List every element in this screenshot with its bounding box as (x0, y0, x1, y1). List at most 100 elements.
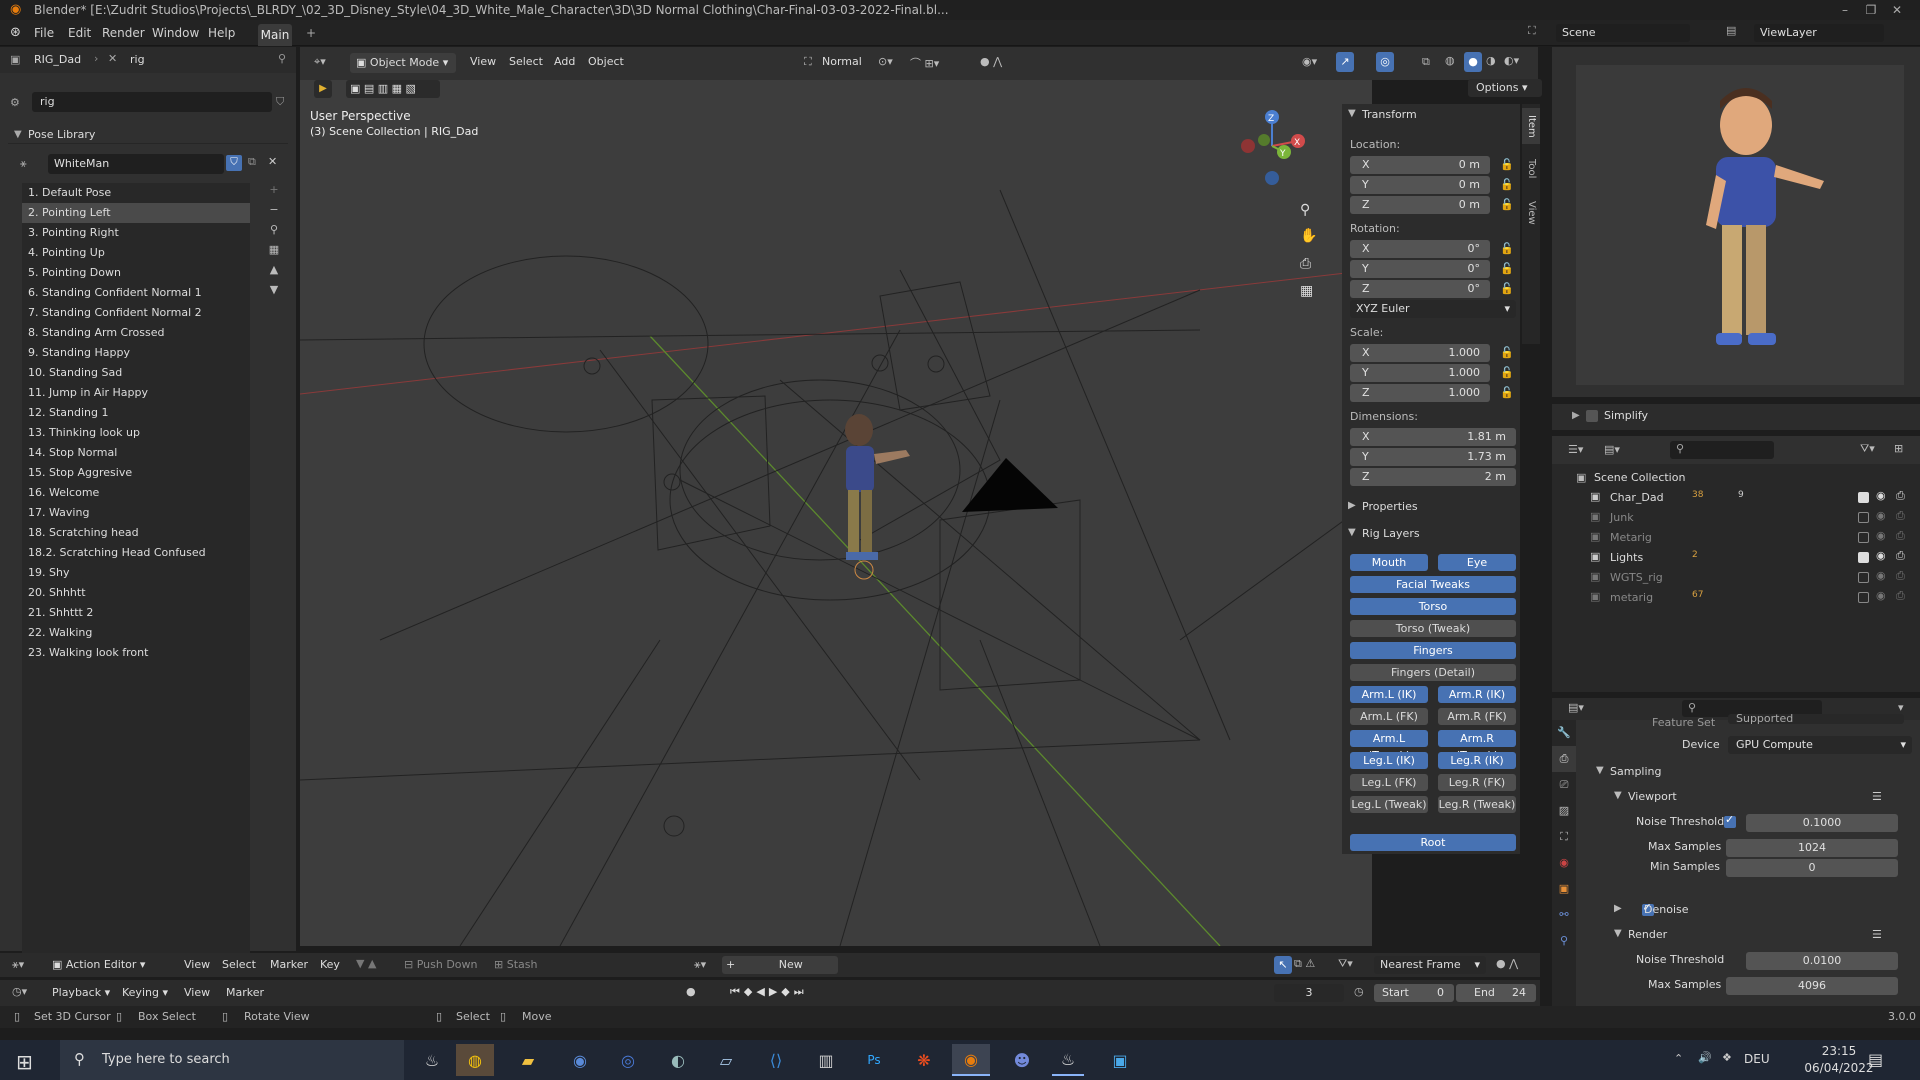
outliner-row[interactable]: ▣ WGTS_rig ◉ ⎙ (1552, 568, 1920, 588)
new-collection-icon[interactable]: ⊞ (1894, 442, 1903, 455)
collapse-arrow-icon[interactable]: ▼ (1348, 108, 1356, 119)
lock-icon[interactable]: 🔓 (1500, 178, 1514, 191)
exclude-checkbox[interactable] (1858, 512, 1869, 523)
pose-list-item[interactable]: 8. Standing Arm Crossed (22, 323, 250, 343)
overlay-toggle-icon[interactable]: ◎ (1376, 52, 1394, 72)
simplify-panel[interactable]: ▶ Simplify (1552, 404, 1920, 430)
properties-editor-icon[interactable]: ▤▾ (1568, 701, 1584, 714)
new-action-button[interactable]: + New (722, 956, 838, 974)
menu-help[interactable]: Help (208, 26, 235, 40)
unlink-icon[interactable]: ✕ (268, 155, 277, 168)
solid-shading-icon[interactable]: ● (1464, 52, 1482, 72)
properties-options-icon[interactable]: ▾ (1898, 701, 1904, 714)
rig-layer-facial-tweaks[interactable]: Facial Tweaks (1350, 576, 1516, 593)
collapse-arrow-icon[interactable]: ▼ (1614, 790, 1622, 801)
lock-icon[interactable]: 🔓 (1500, 282, 1514, 295)
properties-section-title[interactable]: Properties (1362, 500, 1418, 513)
presets-icon[interactable]: ☰ (1872, 928, 1882, 941)
eye-icon[interactable]: ◉ (1876, 569, 1886, 582)
mode-dropdown-action-editor[interactable]: ▣ Action Editor ▾ (48, 956, 170, 974)
rig-layer-arm-r-tweak[interactable]: Arm.R (Tweak) (1438, 730, 1516, 762)
scale-x-field[interactable]: X 1.000 (1350, 344, 1490, 362)
location-z-field[interactable]: Z 0 m (1350, 196, 1490, 214)
dimensions-y-field[interactable]: Y 1.73 m (1350, 448, 1516, 466)
pose-list-item[interactable]: 2. Pointing Left (22, 203, 250, 223)
tab-item[interactable]: Item (1522, 108, 1540, 144)
collapse-arrow-icon[interactable]: ▼ (1596, 765, 1604, 776)
rig-layer-leg-r-ik[interactable]: Leg.R (IK) (1438, 752, 1516, 769)
rotation-z-field[interactable]: Z 0° (1350, 280, 1490, 298)
rig-layer-root[interactable]: Root (1350, 834, 1516, 851)
add-workspace-icon[interactable]: + (306, 26, 316, 40)
pose-list-item[interactable]: 18. Scratching head (22, 523, 250, 543)
record-icon[interactable]: ● (686, 985, 696, 998)
output-tab-icon[interactable]: ⎚ (1552, 772, 1576, 798)
action-browse-icon[interactable]: ⚹▾ (694, 958, 706, 972)
app-book-icon[interactable]: ▱ (710, 1044, 742, 1076)
keying-menu[interactable]: Keying ▾ (122, 986, 168, 999)
object-tab-icon[interactable]: ▣ (1552, 876, 1576, 902)
exclude-checkbox[interactable] (1858, 492, 1869, 503)
taskbar-search-box[interactable]: ⚲ Type here to search (60, 1040, 404, 1080)
pose-list-item[interactable]: 20. Shhhtt (22, 583, 250, 603)
view-layer-tab-icon[interactable]: ▨ (1552, 798, 1576, 824)
expand-arrow-icon[interactable]: ▶ (1572, 410, 1580, 421)
steam-running-icon[interactable]: ♨ (1052, 1044, 1084, 1076)
outliner-row[interactable]: ▣ metarig 67 ◉ ⎙ (1552, 588, 1920, 608)
layer-down-icon[interactable]: ▼ ▲ (356, 957, 376, 970)
app-blue-icon[interactable]: ◎ (612, 1044, 644, 1076)
menu-window[interactable]: Window (152, 26, 199, 40)
lock-icon[interactable]: 🔓 (1500, 262, 1514, 275)
rotation-mode-dropdown[interactable]: XYZ Euler ▾ (1350, 300, 1516, 318)
outliner-row[interactable]: ▣ Char_Dad 38 9 ◉ ⎙ (1552, 488, 1920, 508)
simplify-checkbox[interactable] (1586, 410, 1598, 422)
dopesheet-editor-icon[interactable]: ⚹▾ (12, 958, 24, 972)
obs-icon[interactable]: ◐ (662, 1044, 694, 1076)
outliner-search-input[interactable]: ⚲ (1670, 441, 1774, 459)
render-camera-icon[interactable]: ⎙ (1896, 589, 1905, 603)
rig-layer-eye[interactable]: Eye (1438, 554, 1516, 571)
stash-button[interactable]: ⊞ Stash (494, 958, 537, 971)
remove-pose-icon[interactable]: − (264, 203, 284, 223)
render-noise-field[interactable]: 0.0100 (1746, 952, 1898, 970)
rig-layer-leg-l-ik[interactable]: Leg.L (IK) (1350, 752, 1428, 769)
orientation-dropdown[interactable]: Normal (822, 55, 862, 68)
close-icon[interactable]: ✕ (1886, 0, 1908, 20)
render-camera-icon[interactable]: ⎙ (1896, 509, 1905, 523)
expand-arrow-icon[interactable]: ▶ (1614, 903, 1622, 914)
wireframe-shading-icon[interactable]: ◍ (1445, 54, 1455, 67)
tab-view[interactable]: View (1522, 196, 1540, 230)
armature-name[interactable]: rig (130, 53, 145, 66)
menu-file[interactable]: File (34, 26, 54, 40)
render-camera-icon[interactable]: ⎙ (1896, 529, 1905, 543)
view-layer-field[interactable]: ViewLayer (1754, 24, 1884, 42)
outliner-row[interactable]: ▣ Metarig ◉ ⎙ (1552, 528, 1920, 548)
scale-y-field[interactable]: Y 1.000 (1350, 364, 1490, 382)
scene-tab-icon[interactable]: ⛶ (1552, 824, 1576, 850)
navigation-gizmo[interactable]: Z X Y (1234, 108, 1310, 198)
lock-icon[interactable]: 🔓 (1500, 158, 1514, 171)
app-files-icon[interactable]: ▥ (810, 1044, 842, 1076)
menu-add[interactable]: Add (554, 55, 575, 68)
menu-object[interactable]: Object (588, 55, 624, 68)
outliner-editor-icon[interactable]: ☰▾ (1568, 443, 1583, 456)
pose-list-item[interactable]: 14. Stop Normal (22, 443, 250, 463)
pose-list-item[interactable]: 6. Standing Confident Normal 1 (22, 283, 250, 303)
rig-layer-mouth[interactable]: Mouth (1350, 554, 1428, 571)
selection-mode-icons[interactable]: ▣ ▤ ▥ ▦ ▧ (346, 80, 440, 98)
volume-icon[interactable]: 🔊 (1698, 1051, 1712, 1064)
dimensions-z-field[interactable]: Z 2 m (1350, 468, 1516, 486)
timeline-view-menu[interactable]: View (184, 986, 210, 999)
lock-icon[interactable]: 🔓 (1500, 242, 1514, 255)
rig-layer-fingers-detail[interactable]: Fingers (Detail) (1350, 664, 1516, 681)
pose-list-item[interactable]: 19. Shy (22, 563, 250, 583)
fake-user-icon[interactable]: ⛉ (226, 155, 242, 171)
proportional-icon[interactable]: ● ⋀ (1496, 957, 1518, 970)
timeline-menu-view[interactable]: View (184, 958, 210, 971)
end-frame-field[interactable]: End 24 (1456, 984, 1536, 1002)
current-frame-field[interactable]: 3 (1274, 984, 1344, 1002)
shield-icon[interactable]: ⛉ (276, 95, 284, 109)
pose-list-item[interactable]: 16. Welcome (22, 483, 250, 503)
lock-icon[interactable]: 🔓 (1500, 386, 1514, 399)
eye-icon[interactable]: ◉ (1876, 589, 1886, 602)
